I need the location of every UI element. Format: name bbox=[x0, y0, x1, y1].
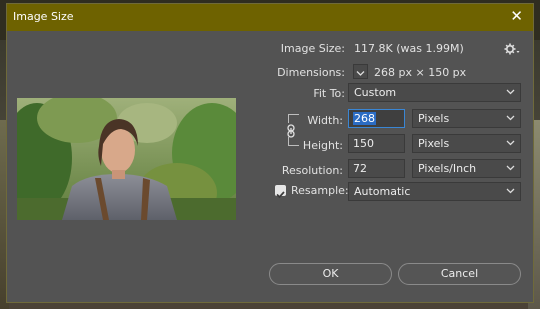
fit-to-select[interactable]: Custom bbox=[348, 83, 521, 102]
fit-to-value: Custom bbox=[354, 86, 397, 99]
resolution-label: Resolution: bbox=[281, 164, 343, 177]
chevron-down-icon bbox=[506, 188, 515, 194]
width-unit-select[interactable]: Pixels bbox=[412, 109, 521, 128]
resample-label: Resample: bbox=[291, 184, 349, 197]
width-value: 268 bbox=[353, 112, 376, 125]
resolution-value: 72 bbox=[353, 162, 367, 175]
chevron-down-icon bbox=[506, 140, 515, 146]
resolution-unit-select[interactable]: Pixels/Inch bbox=[412, 159, 521, 178]
height-unit-select[interactable]: Pixels bbox=[412, 134, 521, 153]
chevron-down-icon bbox=[506, 115, 515, 121]
checkmark-icon bbox=[276, 191, 285, 199]
height-value: 150 bbox=[353, 137, 374, 150]
resample-checkbox[interactable] bbox=[275, 185, 286, 199]
dialog-title: Image Size bbox=[13, 10, 74, 23]
dimensions-dropdown-icon[interactable] bbox=[353, 64, 368, 79]
image-size-label: Image Size: bbox=[280, 42, 345, 55]
width-input[interactable]: 268 bbox=[348, 109, 405, 128]
gear-icon[interactable] bbox=[504, 41, 520, 55]
image-size-value: 117.8K (was 1.99M) bbox=[354, 42, 464, 55]
image-preview bbox=[17, 98, 236, 220]
chevron-down-icon bbox=[506, 89, 515, 95]
resolution-unit-value: Pixels/Inch bbox=[418, 162, 477, 175]
width-unit-value: Pixels bbox=[418, 112, 450, 125]
height-label: Height: bbox=[302, 139, 343, 152]
link-chain-icon[interactable] bbox=[286, 123, 296, 138]
resample-select[interactable]: Automatic bbox=[348, 182, 521, 201]
resolution-input[interactable]: 72 bbox=[348, 159, 405, 178]
dimensions-label: Dimensions: bbox=[277, 66, 345, 79]
preview-photo bbox=[17, 98, 236, 220]
height-input[interactable]: 150 bbox=[348, 134, 405, 153]
cancel-button[interactable]: Cancel bbox=[398, 263, 521, 285]
ok-button[interactable]: OK bbox=[269, 263, 392, 285]
image-size-dialog: Image Size ✕ Image Size: 117.8K (was 1.9… bbox=[6, 3, 534, 303]
title-bar: Image Size ✕ bbox=[7, 4, 533, 31]
fit-to-label: Fit To: bbox=[313, 87, 345, 100]
chevron-down-icon bbox=[506, 165, 515, 171]
dimensions-value: 268 px × 150 px bbox=[374, 66, 467, 79]
height-unit-value: Pixels bbox=[418, 137, 450, 150]
close-icon[interactable]: ✕ bbox=[510, 7, 523, 25]
width-label: Width: bbox=[307, 114, 343, 127]
resample-value: Automatic bbox=[354, 185, 411, 198]
